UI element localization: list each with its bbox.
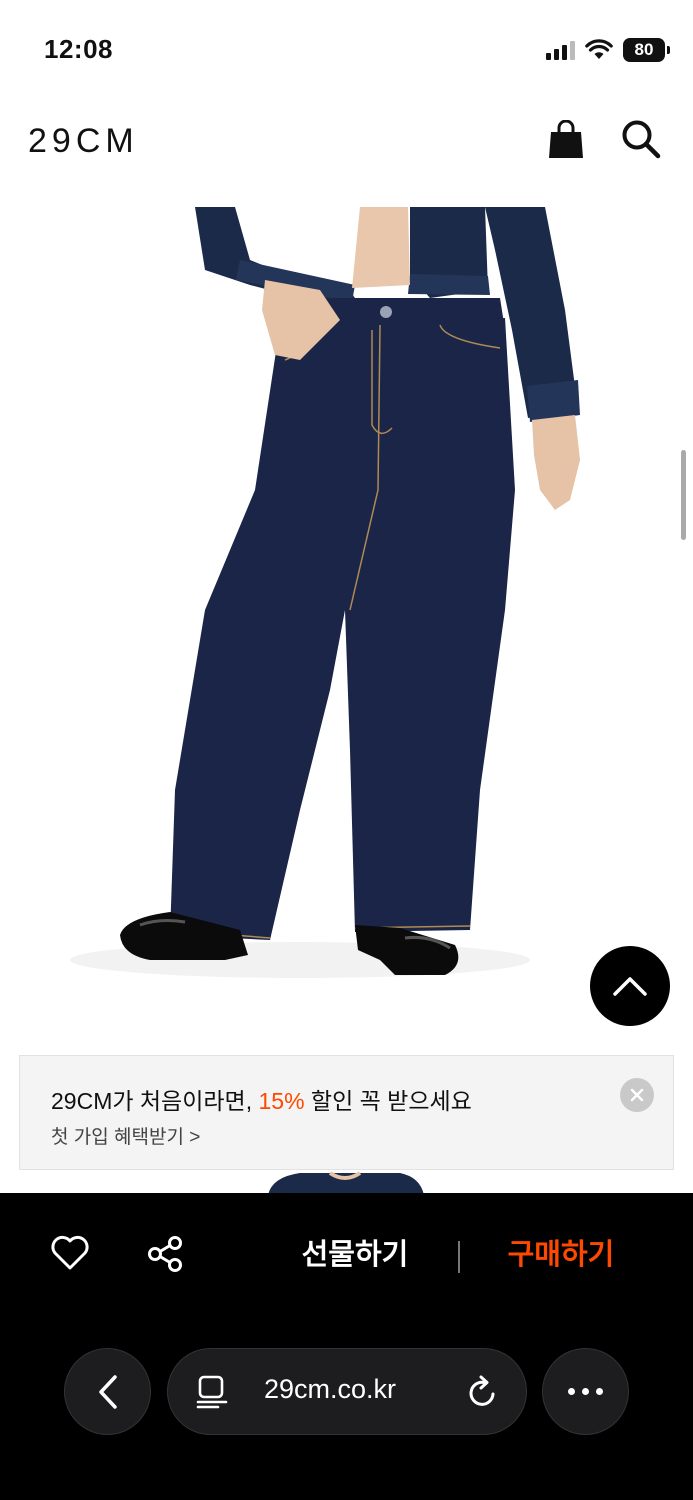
- more-button[interactable]: [542, 1348, 629, 1435]
- more-icon-dot: [568, 1388, 575, 1395]
- battery-indicator: 80: [623, 38, 670, 62]
- close-button[interactable]: [620, 1078, 654, 1112]
- site-header: 29CM: [0, 100, 693, 190]
- more-icon-dot: [582, 1388, 589, 1395]
- reader-icon[interactable]: [196, 1374, 228, 1410]
- promo-title-suffix: 할인 꼭 받으세요: [304, 1088, 472, 1114]
- search-icon[interactable]: [620, 118, 662, 160]
- browser-url-bar[interactable]: 29cm.co.kr: [167, 1348, 527, 1435]
- promo-discount: 15%: [258, 1088, 305, 1114]
- browser-back-button[interactable]: [64, 1348, 151, 1435]
- close-icon: [630, 1088, 644, 1102]
- bottom-action-bar: 선물하기 구매하기 29cm.co.kr: [0, 1193, 693, 1500]
- share-icon[interactable]: [146, 1235, 184, 1273]
- promo-title-prefix: 29CM가 처음이라면,: [51, 1088, 259, 1114]
- status-bar: 12:08 80: [0, 0, 693, 100]
- reload-icon[interactable]: [466, 1374, 500, 1410]
- promo-banner[interactable]: 29CM가 처음이라면, 15% 할인 꼭 받으세요 첫 가입 혜택받기 >: [19, 1055, 674, 1170]
- gift-button[interactable]: 선물하기: [282, 1233, 428, 1277]
- scrollbar[interactable]: [681, 450, 686, 540]
- next-product-image: [0, 1171, 693, 1195]
- action-divider: [458, 1241, 460, 1273]
- url-text[interactable]: 29cm.co.kr: [264, 1374, 396, 1405]
- promo-title: 29CM가 처음이라면, 15% 할인 꼭 받으세요: [51, 1082, 472, 1116]
- status-indicators: 80: [546, 38, 670, 62]
- chevron-up-icon: [613, 977, 647, 996]
- back-icon: [98, 1374, 117, 1409]
- shopping-bag-icon[interactable]: [548, 120, 584, 160]
- promo-signup-link[interactable]: 첫 가입 혜택받기 >: [51, 1122, 200, 1149]
- wifi-icon: [585, 39, 613, 59]
- buy-button[interactable]: 구매하기: [486, 1233, 636, 1277]
- scroll-to-top-button[interactable]: [590, 946, 670, 1026]
- product-photo: [70, 207, 580, 978]
- product-image[interactable]: [0, 190, 693, 1050]
- status-time: 12:08: [44, 34, 113, 64]
- more-icon-dot: [596, 1388, 603, 1395]
- heart-icon[interactable]: [50, 1235, 90, 1271]
- site-logo[interactable]: 29CM: [28, 122, 139, 161]
- signal-icon: [546, 40, 575, 60]
